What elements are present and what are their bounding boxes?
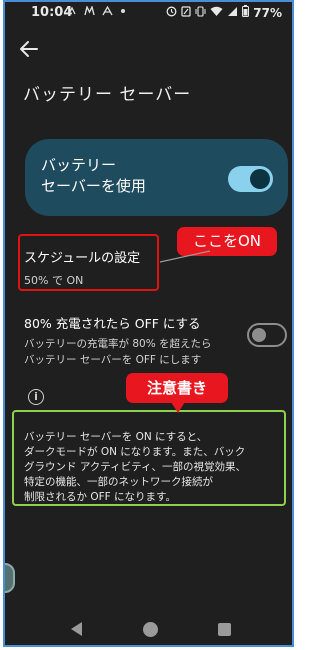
info-text-line5: 制限されるか OFF になります。 [24,491,176,503]
system-icons: 77% [166,5,282,20]
sim-icon [181,5,191,20]
notification-icons [67,4,126,19]
callout-note-pointer [171,402,185,413]
signal-icon [227,6,238,20]
info-text-line2: ダークモードが ON になります。また、バック [24,446,246,458]
battery-saver-info-text: バッテリー セーバーを ON にすると、 ダークモードが ON になります。また… [24,430,280,505]
turn-off-at-80-switch[interactable] [247,323,287,347]
navigation-bar [5,614,292,644]
dot-icon [120,6,126,19]
info-text-line4: 特定の機能、一部のネットワーク接続が [24,476,213,488]
main-toggle-label-line2: セーバーを使用 [41,177,146,195]
note-highlight-box: バッテリー セーバーを ON にすると、 ダークモードが ON になります。また… [12,410,286,506]
nav-recents-icon[interactable] [218,623,231,636]
main-toggle-label-line1: バッテリー [41,156,117,174]
charge80-description-line2: バッテリー セーバーを OFF にします [24,354,202,366]
nav-home-icon[interactable] [143,622,158,637]
callout-turn-on: ここをON [177,227,277,256]
charge80-description: バッテリーの充電率が 80% を超えたら バッテリー セーバーを OFF にしま… [24,336,229,368]
floating-bubble-icon[interactable] [5,563,15,593]
wifi-icon [210,6,223,20]
mastodon-icon [84,4,95,19]
charge80-description-line1: バッテリーの充電率が 80% を超えたら [24,338,212,350]
battery-saver-main-toggle[interactable]: バッテリー セーバーを使用 [25,139,288,216]
info-text-line1: バッテリー セーバーを ON にすると、 [24,431,208,443]
info-icon: i [28,389,44,405]
charge80-title: 80% 充電されたら OFF にする [24,316,201,331]
nfc-icon [67,6,77,19]
main-toggle-label: バッテリー セーバーを使用 [41,155,211,197]
battery-saver-switch[interactable] [228,166,273,192]
switch-knob [252,328,266,342]
a-icon [102,5,113,19]
schedule-highlight-box [18,234,159,291]
phone-screen: 10:04 77% バッテリー セーバー バッテリー セーバーを使用 スケジュー… [3,0,294,647]
alarm-icon [166,6,177,20]
turn-off-at-80-item[interactable]: 80% 充電されたら OFF にする バッテリーの充電率が 80% を超えたら … [24,313,229,368]
info-text-line3: グラウンド アクティビティ、一部の視覚効果、 [24,461,247,473]
vibrate-icon [195,5,206,20]
nav-back-icon[interactable] [71,622,82,636]
back-arrow-icon[interactable] [19,40,39,58]
battery-percentage: 77% [253,5,282,20]
switch-knob [250,169,270,189]
battery-icon [242,5,250,20]
status-bar: 10:04 77% [5,2,292,26]
page-title: バッテリー セーバー [23,85,192,105]
callout-note: 注意書き [126,373,228,403]
